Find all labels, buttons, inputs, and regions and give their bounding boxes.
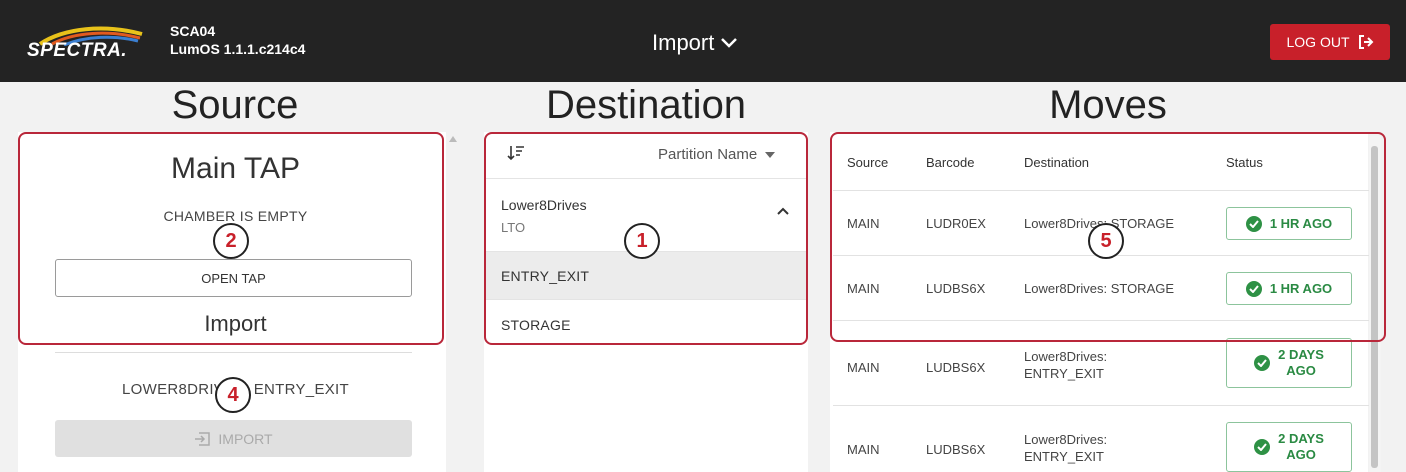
move-barcode: LUDBS6X xyxy=(926,442,986,457)
import-icon xyxy=(195,431,211,446)
divider xyxy=(55,352,412,353)
check-circle-icon xyxy=(1254,439,1271,455)
logout-label: LOG OUT xyxy=(1286,34,1350,50)
import-button[interactable]: IMPORT xyxy=(55,420,412,457)
scroll-up-icon[interactable] xyxy=(449,136,457,142)
callout-badge: 5 xyxy=(1088,223,1124,259)
callout-badge: 4 xyxy=(215,377,251,413)
moves-heading: Moves xyxy=(1049,83,1167,127)
move-destination-line: Lower8Drives: xyxy=(1024,432,1108,447)
move-destination: Lower8Drives: ENTRY_EXIT xyxy=(1024,431,1107,465)
callout-badge: 2 xyxy=(213,223,249,259)
move-destination: Lower8Drives: ENTRY_EXIT xyxy=(1024,348,1107,382)
logo-text: SPECTRA. xyxy=(27,40,128,61)
status-text: 2 DAYS AGO xyxy=(1278,431,1324,463)
firmware-version: LumOS 1.1.1.c214c4 xyxy=(170,41,306,57)
callout-badge: 1 xyxy=(624,223,660,259)
page-title: Import xyxy=(652,30,715,55)
row-divider xyxy=(833,405,1369,406)
source-heading: Source xyxy=(171,83,299,127)
destination-heading: Destination xyxy=(545,83,747,127)
move-source: MAIN xyxy=(847,442,880,457)
move-destination-line: ENTRY_EXIT xyxy=(1024,366,1104,381)
status-text-line: AGO xyxy=(1286,363,1316,378)
system-name: SCA04 xyxy=(170,23,216,39)
status-badge: 2 DAYS AGO xyxy=(1226,422,1352,472)
chevron-down-icon xyxy=(721,38,738,48)
system-info: SCA04 LumOS 1.1.1.c214c4 xyxy=(170,22,305,58)
logout-icon xyxy=(1358,35,1373,49)
import-button-label: IMPORT xyxy=(218,430,273,447)
page-menu-dropdown[interactable]: Import xyxy=(652,30,738,56)
move-barcode: LUDBS6X xyxy=(926,360,986,375)
status-badge: 2 DAYS AGO xyxy=(1226,338,1352,388)
logout-button[interactable]: LOG OUT xyxy=(1270,24,1390,60)
status-text-line: AGO xyxy=(1286,447,1316,462)
status-text-line: 2 DAYS xyxy=(1278,431,1324,446)
status-text-line: 2 DAYS xyxy=(1278,347,1324,362)
move-source: MAIN xyxy=(847,360,880,375)
check-circle-icon xyxy=(1254,355,1271,371)
top-bar: SPECTRA. SCA04 LumOS 1.1.1.c214c4 Import… xyxy=(0,0,1406,82)
spectra-logo: SPECTRA. xyxy=(24,26,144,61)
move-destination-line: Lower8Drives: xyxy=(1024,349,1108,364)
status-text: 2 DAYS AGO xyxy=(1278,347,1324,379)
move-destination-line: ENTRY_EXIT xyxy=(1024,449,1104,464)
